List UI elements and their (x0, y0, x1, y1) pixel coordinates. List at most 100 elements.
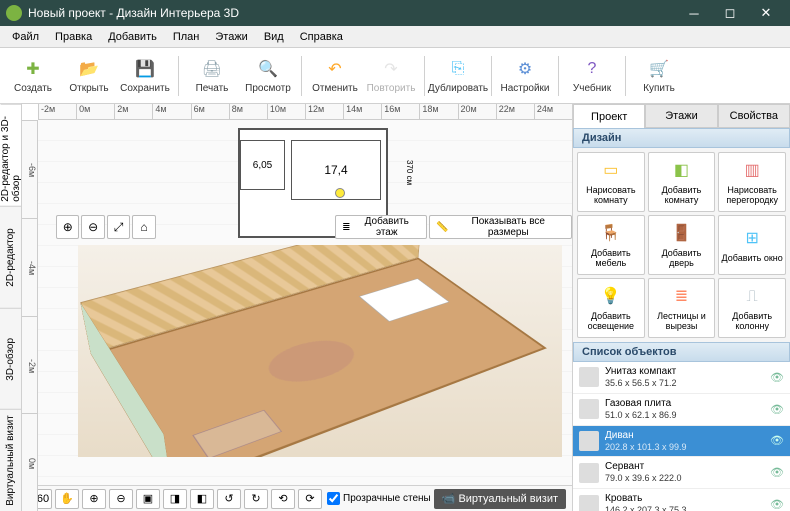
ruler-tick: 14м (343, 104, 381, 119)
virtual-visit-button[interactable]: 📹Виртуальный визит (434, 489, 566, 509)
render-3d[interactable] (78, 245, 562, 457)
ruler-tick: 10м (267, 104, 305, 119)
menu-вид[interactable]: Вид (256, 29, 292, 45)
design-btn[interactable]: ▭Нарисовать комнату (577, 152, 645, 212)
design-btn[interactable]: ≣Лестницы и вырезы (648, 278, 716, 338)
pan-button[interactable]: ✋ (55, 489, 79, 509)
window-title: Новый проект - Дизайн Интерьера 3D (28, 6, 676, 20)
design-btn[interactable]: 🚪Добавить дверь (648, 215, 716, 275)
ruler-tick: 24м (534, 104, 572, 119)
object-item[interactable]: Сервант79.0 x 39.6 x 222.0👁 (573, 457, 790, 489)
object-icon (579, 399, 599, 419)
stairs-icon: ≣ (342, 222, 350, 233)
menu-справка[interactable]: Справка (292, 29, 351, 45)
menu-добавить[interactable]: Добавить (100, 29, 165, 45)
ruler-tick: 2м (114, 104, 152, 119)
zoom-in-button[interactable]: ⊕ (56, 215, 79, 239)
rotate-right-button[interactable]: ↻ (244, 489, 268, 509)
design-icon: ▥ (739, 158, 765, 184)
preview-button[interactable]: 🔍Просмотр (241, 51, 295, 101)
redo-button[interactable]: ↷Повторить (364, 51, 418, 101)
show-dimensions-button[interactable]: 📏Показывать все размеры (429, 215, 572, 239)
undo-button[interactable]: ↶Отменить (308, 51, 362, 101)
vtab-2[interactable]: 3D-обзор (0, 308, 21, 410)
create-button[interactable]: ✚Создать (6, 51, 60, 101)
print-icon: 🖨 (200, 57, 224, 81)
object-item[interactable]: Кровать146.2 x 207.3 x 75.3👁 (573, 489, 790, 511)
rtab-Проект[interactable]: Проект (573, 104, 645, 128)
object-item[interactable]: Унитаз компакт35.6 x 56.5 x 71.2👁 (573, 362, 790, 394)
add-floor-button[interactable]: ≣Добавить этаж (335, 215, 427, 239)
camera-icon: 📹 (442, 492, 456, 505)
separator (625, 56, 626, 96)
minimize-button[interactable]: ─ (676, 0, 712, 26)
ruler-tick: 0м (76, 104, 114, 119)
duplicate-button[interactable]: ⎘Дублировать (431, 51, 485, 101)
vtab-1[interactable]: 2D-редактор (0, 206, 21, 308)
visibility-icon[interactable]: 👁 (770, 403, 784, 416)
design-btn[interactable]: ◧Добавить комнату (648, 152, 716, 212)
design-btn[interactable]: ⎍Добавить колонну (718, 278, 786, 338)
view-bottombar: 360 ✋ ⊕ ⊖ ▣ ◨ ◧ ↺ ↻ ⟲ ⟳ Прозрачные стены… (22, 485, 572, 511)
save-button[interactable]: 💾Сохранить (118, 51, 172, 101)
separator (301, 56, 302, 96)
design-btn[interactable]: ▥Нарисовать перегородку (718, 152, 786, 212)
buy-button[interactable]: 🛒Купить (632, 51, 686, 101)
ruler-tick: 22м (496, 104, 534, 119)
vtab-0[interactable]: 2D-редактор и 3D-обзор (0, 104, 21, 206)
home-button[interactable]: ⌂ (132, 215, 155, 239)
view-top-button[interactable]: ▣ (136, 489, 160, 509)
main-toolbar: ✚Создать📂Открыть💾Сохранить 🖨Печать🔍Просмо… (0, 48, 790, 104)
rotate-up-button[interactable]: ⟲ (271, 489, 295, 509)
viewport[interactable]: 6,05 17,4 370 см ⊕ ⊖ ⤢ ⌂ ≣Добавить этаж … (38, 120, 572, 485)
separator (491, 56, 492, 96)
object-item[interactable]: Газовая плита51.0 x 62.1 x 86.9👁 (573, 394, 790, 426)
transparent-walls-checkbox[interactable]: Прозрачные стены (327, 492, 431, 505)
ruler-tick: 6м (191, 104, 229, 119)
design-btn[interactable]: 💡Добавить освещение (577, 278, 645, 338)
design-icon: 🚪 (668, 221, 694, 247)
visibility-icon[interactable]: 👁 (770, 434, 784, 447)
rtab-Этажи[interactable]: Этажи (645, 104, 717, 128)
design-btn[interactable]: ⊞Добавить окно (718, 215, 786, 275)
zoom-out-button[interactable]: ⊖ (81, 215, 104, 239)
menu-план[interactable]: План (165, 29, 208, 45)
close-button[interactable]: ✕ (748, 0, 784, 26)
view-front-button[interactable]: ◨ (163, 489, 187, 509)
rtab-Свойства[interactable]: Свойства (718, 104, 790, 128)
zoom-fit-button[interactable]: ⤢ (107, 215, 130, 239)
create-icon: ✚ (21, 57, 45, 81)
maximize-button[interactable]: ◻ (712, 0, 748, 26)
tutorial-button[interactable]: ?Учебник (565, 51, 619, 101)
object-icon (579, 463, 599, 483)
plan-tools: ⊕ ⊖ ⤢ ⌂ ≣Добавить этаж 📏Показывать все р… (56, 215, 572, 239)
design-btn[interactable]: 🪑Добавить мебель (577, 215, 645, 275)
settings-button[interactable]: ⚙Настройки (498, 51, 552, 101)
visibility-icon[interactable]: 👁 (770, 371, 784, 384)
design-header: Дизайн (573, 128, 790, 148)
object-item[interactable]: Диван202.8 x 101.3 x 99.9👁 (573, 426, 790, 458)
menu-файл[interactable]: Файл (4, 29, 47, 45)
tutorial-icon: ? (580, 57, 604, 81)
menu-правка[interactable]: Правка (47, 29, 100, 45)
ruler-icon: 📏 (436, 222, 448, 233)
open-button[interactable]: 📂Открыть (62, 51, 116, 101)
visibility-icon[interactable]: 👁 (770, 466, 784, 479)
print-button[interactable]: 🖨Печать (185, 51, 239, 101)
rotate-down-button[interactable]: ⟳ (298, 489, 322, 509)
menu-этажи[interactable]: Этажи (207, 29, 255, 45)
view-side-button[interactable]: ◧ (190, 489, 214, 509)
redo-icon: ↷ (379, 57, 403, 81)
visibility-icon[interactable]: 👁 (770, 498, 784, 511)
vtab-3[interactable]: Виртуальный визит (0, 409, 21, 511)
open-icon: 📂 (77, 57, 101, 81)
rotate-left-button[interactable]: ↺ (217, 489, 241, 509)
ruler-tick: -2м (38, 104, 76, 119)
camera-marker[interactable] (335, 188, 345, 198)
ruler-tick: -4м (22, 218, 37, 316)
separator (558, 56, 559, 96)
zoom-out-button[interactable]: ⊖ (109, 489, 133, 509)
zoom-in-button[interactable]: ⊕ (82, 489, 106, 509)
preview-icon: 🔍 (256, 57, 280, 81)
object-icon (579, 367, 599, 387)
